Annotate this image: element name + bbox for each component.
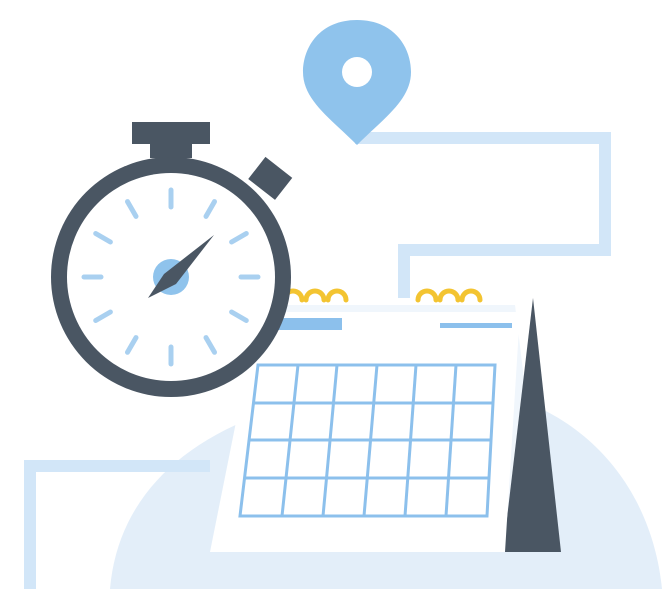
stopwatch-icon: [51, 122, 293, 397]
binder-rings-right: [415, 288, 483, 303]
location-pin-icon: [303, 20, 411, 145]
binder-rings-left: [281, 288, 349, 303]
schedule-illustration: [24, 20, 662, 589]
